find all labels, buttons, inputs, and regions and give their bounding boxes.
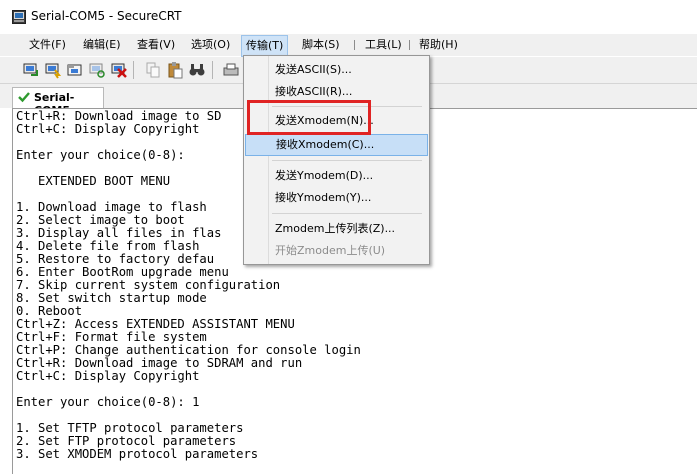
- menu-item-label: 发送ASCII(S)...: [275, 63, 352, 76]
- menu-options[interactable]: 选项(O): [189, 37, 232, 53]
- copy-icon[interactable]: [144, 61, 162, 79]
- menu-separator: [272, 213, 422, 214]
- menu-help[interactable]: 帮助(H): [417, 37, 460, 53]
- menu-divider: [409, 40, 410, 50]
- red-highlight-callout: [247, 100, 371, 135]
- terminal-line: 3. Set XMODEM protocol parameters: [16, 447, 259, 461]
- print-icon[interactable]: [222, 61, 240, 79]
- menu-separator: [272, 160, 422, 161]
- menu-view[interactable]: 查看(V): [135, 37, 177, 53]
- title-bar: Serial-COM5 - SecureCRT: [0, 0, 697, 34]
- terminal-line: Enter your choice(0-8): 1: [16, 395, 200, 409]
- menu-item-receive-xmodem[interactable]: 接收Xmodem(C)...: [245, 134, 428, 156]
- quick-connect-icon[interactable]: [44, 61, 62, 79]
- menu-item-zmodem-upload-list[interactable]: Zmodem上传列表(Z)...: [244, 218, 429, 240]
- menu-item-send-ymodem[interactable]: 发送Ymodem(D)...: [244, 165, 429, 187]
- terminal-line: Ctrl+C: Display Copyright: [16, 369, 200, 383]
- menu-item-receive-ymodem[interactable]: 接收Ymodem(Y)...: [244, 187, 429, 209]
- securecrt-window: Serial-COM5 - SecureCRT 文件(F) 编辑(E) 查看(V…: [0, 0, 697, 474]
- menu-script[interactable]: 脚本(S): [300, 37, 342, 53]
- menu-item-send-ascii[interactable]: 发送ASCII(S)...: [244, 59, 429, 81]
- toolbar-separator: [133, 61, 134, 79]
- connect-icon[interactable]: [22, 61, 40, 79]
- menu-item-label: 接收Xmodem(C)...: [276, 138, 375, 151]
- toolbar-separator: [212, 61, 213, 79]
- window-title: Serial-COM5 - SecureCRT: [31, 9, 182, 23]
- terminal-line: Ctrl+C: Display Copyright: [16, 122, 200, 136]
- menu-item-start-zmodem-upload: 开始Zmodem上传(U): [244, 240, 429, 262]
- menu-item-label: Zmodem上传列表(Z)...: [275, 222, 396, 235]
- menu-divider: [354, 40, 355, 50]
- paste-icon[interactable]: [166, 61, 184, 79]
- menu-bar: 文件(F) 编辑(E) 查看(V) 选项(O) 传输(T) 脚本(S) 工具(L…: [0, 34, 697, 57]
- connected-check-icon: [18, 91, 30, 103]
- disconnect-icon[interactable]: [110, 61, 128, 79]
- securecrt-app-icon: [12, 10, 26, 24]
- transfer-dropdown-menu: 发送ASCII(S)... 接收ASCII(R)... 发送Xmodem(N).…: [243, 55, 430, 265]
- menu-item-label: 开始Zmodem上传(U): [275, 244, 386, 257]
- terminal-line: Enter your choice(0-8):: [16, 148, 185, 162]
- connect-tab-icon[interactable]: [66, 61, 84, 79]
- menu-item-label: 发送Ymodem(D)...: [275, 169, 374, 182]
- terminal-line: EXTENDED BOOT MENU: [16, 174, 171, 188]
- menu-edit[interactable]: 编辑(E): [81, 37, 123, 53]
- menu-item-label: 接收Ymodem(Y)...: [275, 191, 372, 204]
- menu-tools[interactable]: 工具(L): [363, 37, 404, 53]
- menu-file[interactable]: 文件(F): [27, 37, 68, 53]
- menu-transfer[interactable]: 传输(T): [241, 35, 289, 57]
- find-icon[interactable]: [188, 61, 206, 79]
- tab-serial-com5[interactable]: Serial-COM5: [12, 87, 104, 117]
- reconnect-icon[interactable]: [88, 61, 106, 79]
